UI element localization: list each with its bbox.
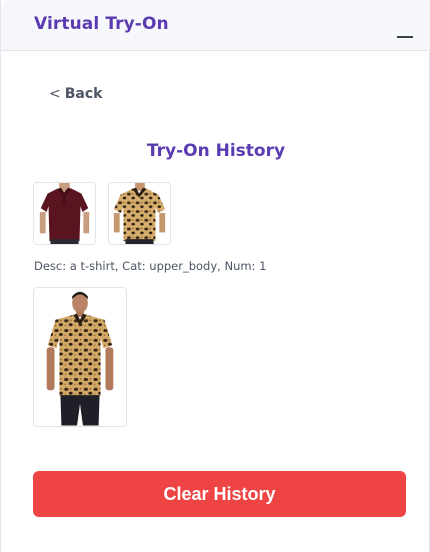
model-wearing-leopard-shirt-image[interactable] [33, 287, 127, 427]
clear-history-button[interactable]: Clear History [33, 471, 406, 517]
history-title: Try-On History [146, 141, 286, 161]
panel-header: Virtual Try-On [1, 0, 430, 51]
chevron-left-icon: < [49, 86, 61, 102]
back-button[interactable]: < Back [49, 86, 102, 102]
try-on-panel: Virtual Try-On < Back Try-On History Des… [0, 0, 430, 552]
maroon-shirt-image [34, 183, 95, 244]
leopard-print-shirt-thumbnail[interactable] [108, 182, 171, 245]
back-label: Back [64, 86, 103, 102]
try-on-result-image [34, 288, 126, 426]
leopard-shirt-image [109, 183, 170, 244]
maroon-polo-shirt-thumbnail[interactable] [33, 182, 96, 245]
minimize-icon[interactable] [397, 23, 413, 43]
panel-title: Virtual Try-On [34, 14, 169, 34]
history-entry-description: Desc: a t-shirt, Cat: upper_body, Num: 1 [34, 259, 267, 273]
